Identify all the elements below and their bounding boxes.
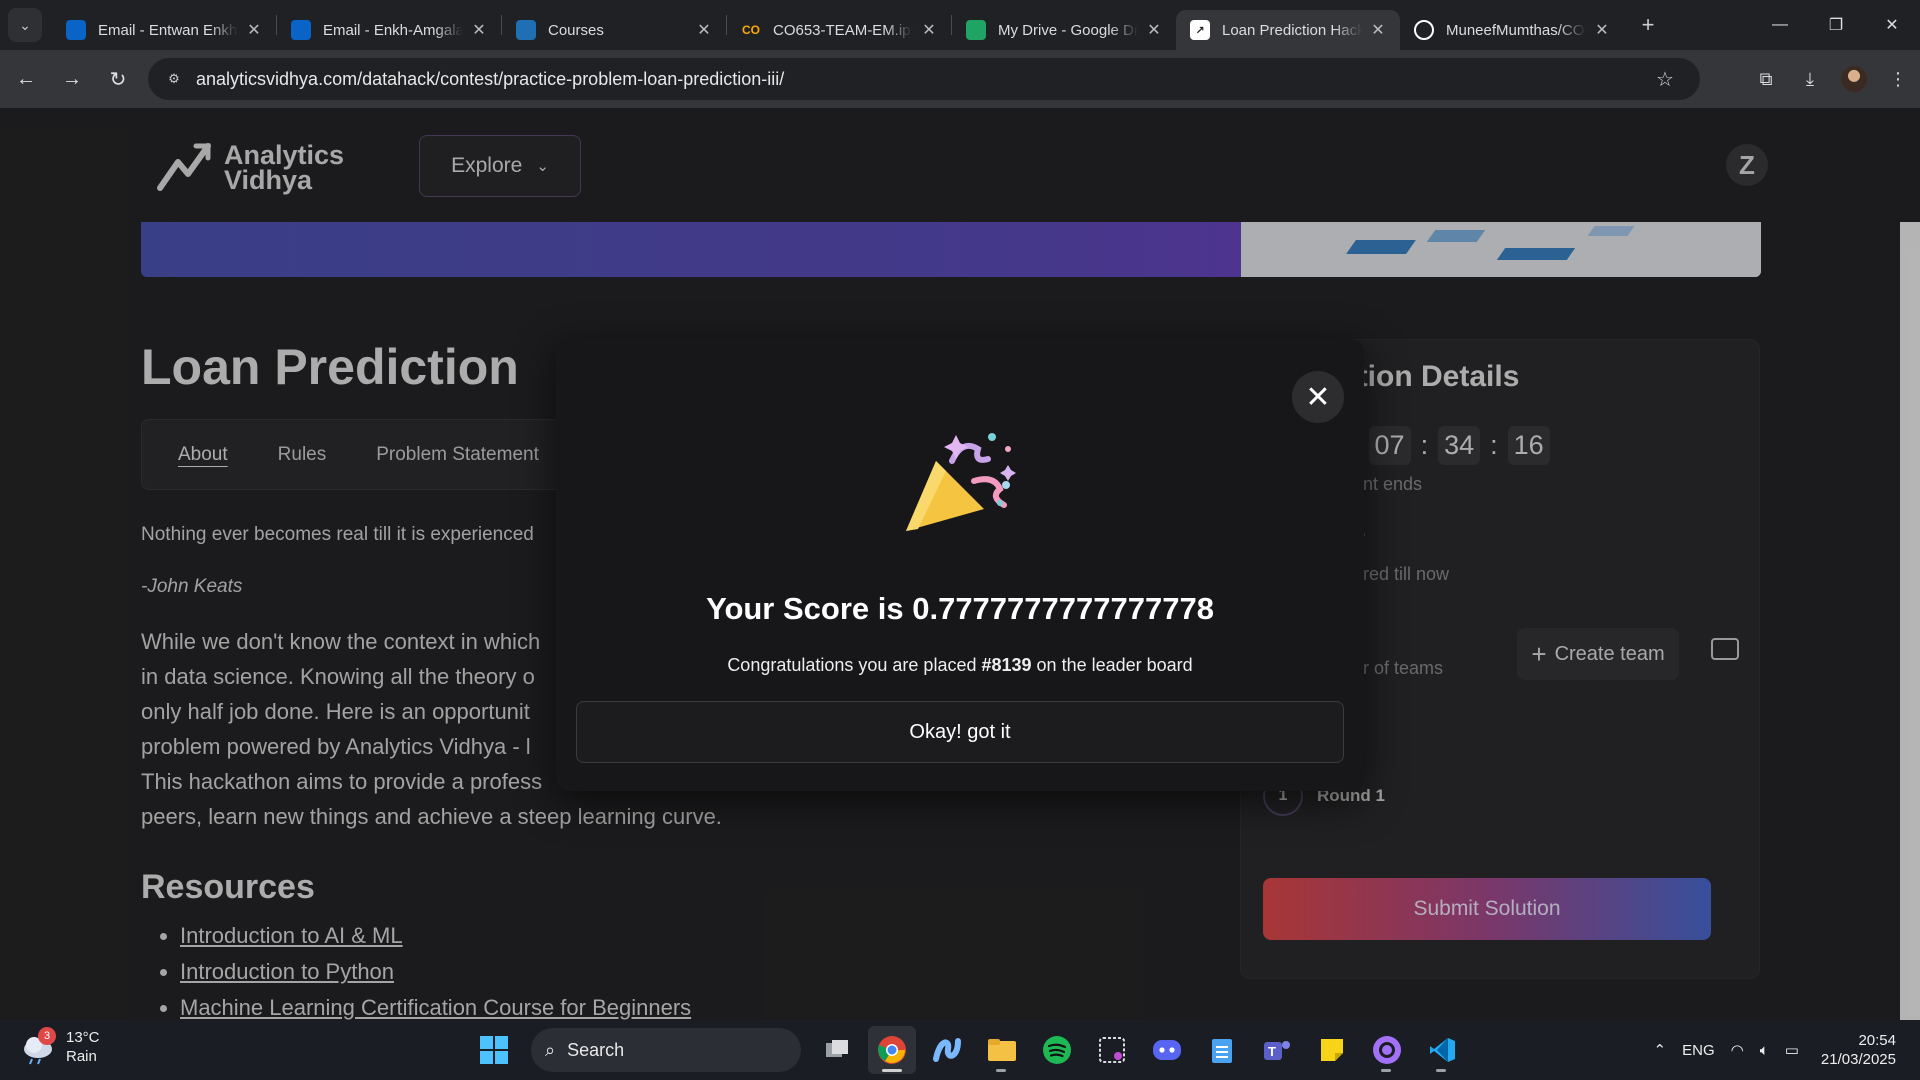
- clock-date: 21/03/2025: [1820, 1051, 1896, 1068]
- tab-title: Email - Entwan Enkhtaivan: [98, 21, 238, 39]
- tab-title: Email - Enkh-Amgalan: [323, 21, 463, 39]
- file-explorer-icon[interactable]: [978, 1026, 1026, 1074]
- reload-icon[interactable]: ↻: [98, 59, 138, 99]
- notepad-icon[interactable]: [1198, 1026, 1246, 1074]
- windows-taskbar: 3 13°C Rain ⌕ Search T ⌃ ENG ◠ 🔈︎ ▭ 20:5…: [0, 1020, 1920, 1080]
- browser-tab[interactable]: MuneefMumthas/CO653 ✕: [1400, 10, 1624, 50]
- download-icon[interactable]: ⤓: [1788, 69, 1832, 90]
- clock-time: 20:54: [1858, 1032, 1896, 1049]
- wifi-icon[interactable]: ◠: [1731, 1041, 1744, 1059]
- taskbar-apps: ⌕ Search T: [470, 1026, 1473, 1074]
- weather-desc: Rain: [66, 1048, 97, 1065]
- browser-tab[interactable]: CO CO653-TEAM-EM.ipynb ✕: [727, 10, 951, 50]
- close-icon[interactable]: ✕: [1292, 371, 1344, 423]
- score-modal: ✕ Your Score is 0.7777777777777778 Congr…: [556, 339, 1364, 791]
- minimize-icon[interactable]: —: [1752, 0, 1808, 50]
- colab-icon: CO: [742, 23, 760, 37]
- chevron-up-icon[interactable]: ⌃: [1654, 1041, 1667, 1059]
- outlook-icon: [291, 20, 311, 40]
- tab-title: Courses: [548, 21, 604, 39]
- tab-search-button[interactable]: ⌄: [8, 8, 42, 42]
- search-icon: ⌕: [545, 1039, 556, 1060]
- github-desktop-icon[interactable]: [1363, 1026, 1411, 1074]
- tab-close-icon[interactable]: ✕: [244, 20, 264, 40]
- okay-got-it-button[interactable]: Okay! got it: [576, 701, 1344, 763]
- weather-widget[interactable]: 3 13°C Rain: [20, 1027, 100, 1066]
- new-tab-button[interactable]: +: [1630, 12, 1666, 38]
- tab-close-icon[interactable]: ✕: [919, 20, 939, 40]
- windows-start-icon[interactable]: [470, 1026, 518, 1074]
- snipping-tool-icon[interactable]: [1088, 1026, 1136, 1074]
- outlook-icon: [66, 20, 86, 40]
- sticky-notes-icon[interactable]: [1308, 1026, 1356, 1074]
- browser-tab[interactable]: Courses ✕: [502, 10, 726, 50]
- weather-rain-icon: 3: [20, 1027, 56, 1065]
- tab-title: My Drive - Google Drive: [998, 21, 1138, 39]
- search-label: Search: [567, 1039, 625, 1060]
- discord-icon[interactable]: [1143, 1026, 1191, 1074]
- tab-close-icon[interactable]: ✕: [1368, 20, 1388, 40]
- spotify-icon[interactable]: [1033, 1026, 1081, 1074]
- party-popper-icon: [906, 433, 1016, 531]
- url-text[interactable]: analyticsvidhya.com/datahack/contest/pra…: [196, 69, 1656, 90]
- browser-tab[interactable]: Email - Enkh-Amgalan ✕: [277, 10, 501, 50]
- profile-avatar[interactable]: [1832, 66, 1876, 92]
- window-controls: — ❐ ✕: [1752, 0, 1920, 50]
- copilot-icon[interactable]: [923, 1026, 971, 1074]
- svg-text:T: T: [1268, 1044, 1276, 1059]
- language-indicator[interactable]: ENG: [1682, 1042, 1715, 1059]
- battery-icon[interactable]: ▭: [1785, 1041, 1799, 1059]
- menu-icon[interactable]: ⋮: [1876, 69, 1920, 90]
- toolbar-right: ⧉ ⤓ ⋮: [1744, 50, 1920, 108]
- clock[interactable]: 20:54 21/03/2025: [1821, 1031, 1896, 1069]
- forward-icon[interactable]: →: [52, 59, 92, 99]
- browser-tab[interactable]: My Drive - Google Drive ✕: [952, 10, 1176, 50]
- analytics-vidhya-icon: ↗: [1190, 20, 1210, 40]
- chrome-icon[interactable]: [868, 1026, 916, 1074]
- congrats-text: Congratulations you are placed #8139 on …: [556, 655, 1364, 676]
- taskbar-search[interactable]: ⌕ Search: [531, 1028, 801, 1072]
- bookmark-star-icon[interactable]: ☆: [1656, 67, 1686, 92]
- task-view-icon[interactable]: [813, 1026, 861, 1074]
- restore-icon[interactable]: ❐: [1808, 0, 1864, 50]
- teams-icon[interactable]: T: [1253, 1026, 1301, 1074]
- tab-close-icon[interactable]: ✕: [1592, 20, 1612, 40]
- tab-title: CO653-TEAM-EM.ipynb: [773, 21, 913, 39]
- address-bar[interactable]: ⚙ analyticsvidhya.com/datahack/contest/p…: [148, 58, 1700, 100]
- weather-temp: 13°C: [66, 1029, 100, 1046]
- volume-icon[interactable]: 🔈︎: [1760, 1042, 1769, 1059]
- browser-tab[interactable]: ↗ Loan Prediction Hackathon ✕: [1176, 10, 1400, 50]
- github-icon: [1414, 20, 1434, 40]
- drive-icon: [966, 20, 986, 40]
- tab-close-icon[interactable]: ✕: [694, 20, 714, 40]
- tab-close-icon[interactable]: ✕: [1144, 20, 1164, 40]
- back-icon[interactable]: ←: [6, 59, 46, 99]
- system-tray: ⌃ ENG ◠ 🔈︎ ▭ 20:54 21/03/2025: [1646, 1020, 1920, 1080]
- courses-icon: [516, 20, 536, 40]
- congrats-prefix: Congratulations you are placed: [727, 655, 982, 675]
- browser-tab-strip: ⌄ Email - Entwan Enkhtaivan✕Email - Enkh…: [0, 0, 1920, 50]
- browser-toolbar: ← → ↻ ⚙ analyticsvidhya.com/datahack/con…: [0, 50, 1920, 108]
- congrats-suffix: on the leader board: [1031, 655, 1193, 675]
- site-info-icon[interactable]: ⚙: [162, 67, 186, 91]
- extensions-icon[interactable]: ⧉: [1744, 69, 1788, 90]
- score-text: Your Score is 0.7777777777777778: [706, 591, 1214, 626]
- browser-tab[interactable]: Email - Entwan Enkhtaivan ✕: [52, 10, 276, 50]
- leaderboard-rank: #8139: [981, 655, 1032, 675]
- weather-badge: 3: [38, 1027, 56, 1045]
- vscode-icon[interactable]: [1418, 1026, 1466, 1074]
- tab-close-icon[interactable]: ✕: [469, 20, 489, 40]
- tab-title: MuneefMumthas/CO653: [1446, 21, 1586, 39]
- close-window-icon[interactable]: ✕: [1864, 0, 1920, 50]
- tab-title: Loan Prediction Hackathon: [1222, 21, 1362, 39]
